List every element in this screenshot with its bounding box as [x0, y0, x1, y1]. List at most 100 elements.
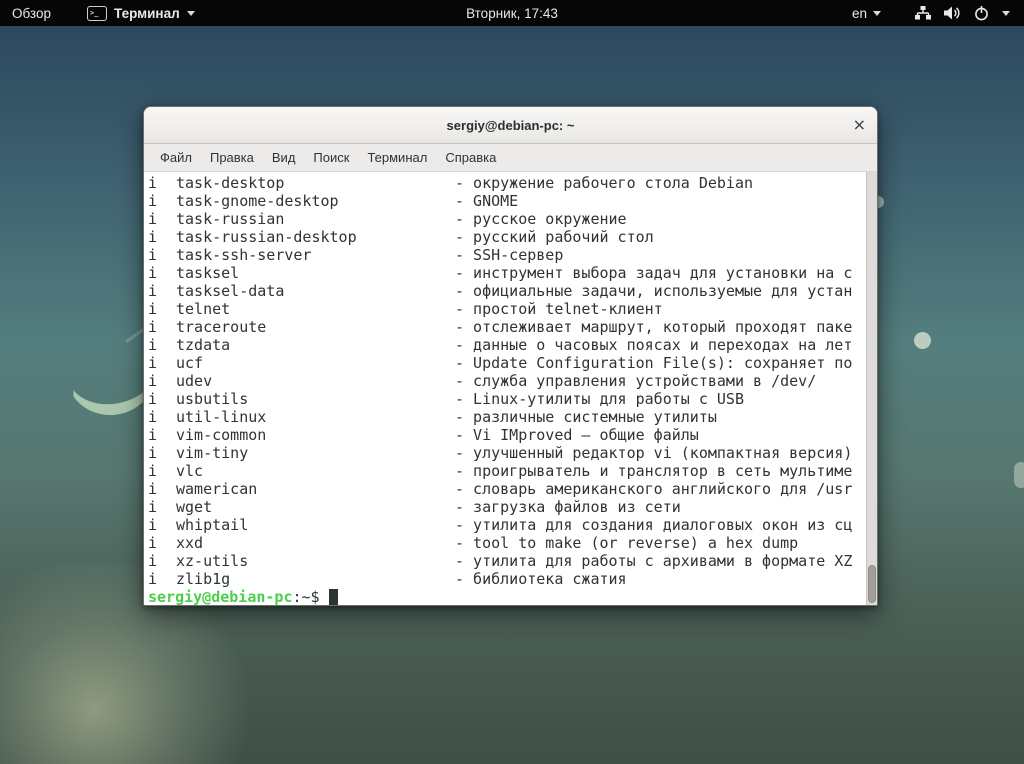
- package-status: i: [148, 498, 176, 516]
- app-menu-label: Терминал: [114, 6, 180, 21]
- package-name: tasksel: [176, 264, 455, 282]
- menu-bar: ФайлПравкаВидПоискТерминалСправка: [144, 144, 877, 172]
- package-row: izlib1g- библиотека сжатия: [148, 570, 867, 588]
- package-row: iwget- загрузка файлов из сети: [148, 498, 867, 516]
- package-name: vim-common: [176, 426, 455, 444]
- close-button[interactable]: ×: [853, 117, 866, 133]
- menu-item-1[interactable]: Правка: [201, 146, 263, 169]
- package-status: i: [148, 390, 176, 408]
- package-row: ivlc- проигрыватель и транслятор в сеть …: [148, 462, 867, 480]
- package-name: util-linux: [176, 408, 455, 426]
- terminal-content[interactable]: itask-desktop- окружение рабочего стола …: [144, 172, 877, 605]
- package-name: xz-utils: [176, 552, 455, 570]
- package-status: i: [148, 318, 176, 336]
- package-status: i: [148, 534, 176, 552]
- package-status: i: [148, 462, 176, 480]
- menu-item-2[interactable]: Вид: [263, 146, 305, 169]
- package-description: - данные о часовых поясах и переходах на…: [455, 336, 867, 354]
- package-name: tzdata: [176, 336, 455, 354]
- package-status: i: [148, 174, 176, 192]
- package-row: itelnet- простой telnet-клиент: [148, 300, 867, 318]
- package-row: ivim-tiny- улучшенный редактор vi (компа…: [148, 444, 867, 462]
- desktop: Обзор >_ Терминал Вторник, 17:43 en: [0, 0, 1024, 764]
- package-description: - русское окружение: [455, 210, 867, 228]
- package-description: - русский рабочий стол: [455, 228, 867, 246]
- package-description: - проигрыватель и транслятор в сеть муль…: [455, 462, 867, 480]
- package-description: - окружение рабочего стола Debian: [455, 174, 867, 192]
- chevron-down-icon: [187, 11, 195, 16]
- keyboard-layout-indicator[interactable]: en: [842, 0, 891, 26]
- activities-button[interactable]: Обзор: [0, 0, 63, 26]
- package-description: - различные системные утилиты: [455, 408, 867, 426]
- package-name: zlib1g: [176, 570, 455, 588]
- package-row: ivim-common- Vi IMproved — общие файлы: [148, 426, 867, 444]
- package-name: task-desktop: [176, 174, 455, 192]
- package-status: i: [148, 408, 176, 426]
- package-name: tasksel-data: [176, 282, 455, 300]
- window-titlebar[interactable]: sergiy@debian-pc: ~ ×: [144, 107, 877, 144]
- package-description: - Vi IMproved — общие файлы: [455, 426, 867, 444]
- package-row: itzdata- данные о часовых поясах и перех…: [148, 336, 867, 354]
- menu-item-0[interactable]: Файл: [151, 146, 201, 169]
- package-status: i: [148, 336, 176, 354]
- scrollbar[interactable]: [866, 172, 877, 605]
- package-row: ixxd- tool to make (or reverse) a hex du…: [148, 534, 867, 552]
- package-description: - словарь американского английского для …: [455, 480, 867, 498]
- chevron-down-icon: [1002, 11, 1010, 16]
- package-description: - отслеживает маршрут, который проходят …: [455, 318, 867, 336]
- network-icon: [915, 6, 931, 20]
- package-name: wamerican: [176, 480, 455, 498]
- terminal-output: itask-desktop- окружение рабочего стола …: [144, 172, 867, 588]
- package-row: iusbutils- Linux-утилиты для работы с US…: [148, 390, 867, 408]
- package-row: itasksel-data- официальные задачи, испол…: [148, 282, 867, 300]
- package-name: task-russian-desktop: [176, 228, 455, 246]
- package-status: i: [148, 300, 176, 318]
- package-name: wget: [176, 498, 455, 516]
- package-name: task-russian: [176, 210, 455, 228]
- window-title: sergiy@debian-pc: ~: [447, 118, 575, 133]
- package-status: i: [148, 372, 176, 390]
- package-status: i: [148, 192, 176, 210]
- package-description: - tool to make (or reverse) a hex dump: [455, 534, 867, 552]
- package-status: i: [148, 516, 176, 534]
- package-description: - служба управления устройствами в /dev/: [455, 372, 867, 390]
- package-row: iutil-linux- различные системные утилиты: [148, 408, 867, 426]
- package-name: traceroute: [176, 318, 455, 336]
- package-description: - загрузка файлов из сети: [455, 498, 867, 516]
- package-description: - Update Configuration File(s): сохраняе…: [455, 354, 867, 372]
- clock[interactable]: Вторник, 17:43: [466, 6, 558, 21]
- prompt-path: :~$: [293, 588, 320, 605]
- top-bar: Обзор >_ Терминал Вторник, 17:43 en: [0, 0, 1024, 26]
- scrollbar-thumb[interactable]: [868, 565, 876, 603]
- terminal-icon: >_: [87, 6, 107, 21]
- chevron-down-icon: [873, 11, 881, 16]
- menu-item-3[interactable]: Поиск: [304, 146, 358, 169]
- package-description: - Linux-утилиты для работы с USB: [455, 390, 867, 408]
- package-description: - библиотека сжатия: [455, 570, 867, 588]
- system-status-menu[interactable]: [891, 0, 1024, 26]
- package-row: itask-russian-desktop- русский рабочий с…: [148, 228, 867, 246]
- package-row: iwamerican- словарь американского англий…: [148, 480, 867, 498]
- menu-item-5[interactable]: Справка: [436, 146, 505, 169]
- package-description: - GNOME: [455, 192, 867, 210]
- package-status: i: [148, 282, 176, 300]
- package-row: itask-gnome-desktop- GNOME: [148, 192, 867, 210]
- package-status: i: [148, 570, 176, 588]
- package-description: - улучшенный редактор vi (компактная вер…: [455, 444, 867, 462]
- package-name: vlc: [176, 462, 455, 480]
- menu-item-4[interactable]: Терминал: [358, 146, 436, 169]
- app-menu-button[interactable]: >_ Терминал: [77, 0, 205, 26]
- wallpaper-dot: [1014, 462, 1024, 488]
- package-description: - утилита для работы с архивами в формат…: [455, 552, 867, 570]
- package-row: itasksel- инструмент выбора задач для ус…: [148, 264, 867, 282]
- package-status: i: [148, 444, 176, 462]
- keyboard-layout-label: en: [852, 6, 867, 21]
- package-description: - утилита для создания диалоговых окон и…: [455, 516, 867, 534]
- terminal-window: sergiy@debian-pc: ~ × ФайлПравкаВидПоиск…: [143, 106, 878, 606]
- package-status: i: [148, 264, 176, 282]
- package-name: vim-tiny: [176, 444, 455, 462]
- package-row: iucf- Update Configuration File(s): сохр…: [148, 354, 867, 372]
- package-status: i: [148, 552, 176, 570]
- package-status: i: [148, 354, 176, 372]
- package-description: - простой telnet-клиент: [455, 300, 867, 318]
